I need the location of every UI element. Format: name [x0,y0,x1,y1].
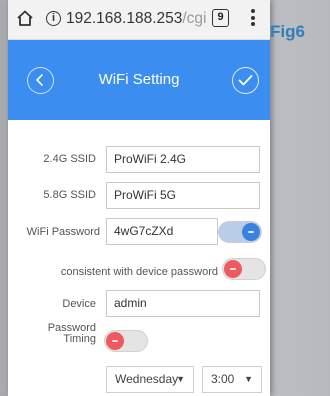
overflow-menu-icon[interactable] [250,9,256,29]
info-icon[interactable]: i [46,11,61,26]
chevron-down-icon: ▼ [176,374,185,384]
wifi-password-input[interactable]: 4wG7cZXd [106,218,218,245]
toggle-knob [242,223,260,241]
ssid-58-label: 5.8G SSID [43,189,96,201]
password-timing-toggle[interactable] [104,330,148,352]
toggle-knob [224,260,242,278]
ssid-58-input[interactable]: ProWiFi 5G [106,182,260,209]
page-title: WiFi Setting [98,71,180,88]
phone-screen: i 192.168.188.253/cgi 9 WiFi Setting 2.4… [8,0,270,396]
consistent-password-toggle[interactable] [222,258,266,280]
figure-label: Fig6 [270,22,305,41]
day-select-value: Wednesday [115,372,179,386]
confirm-button[interactable] [232,67,259,94]
tabs-count-button[interactable]: 9 [212,9,229,27]
time-select[interactable]: 3:00 ▼ [202,366,262,393]
chevron-down-icon: ▼ [244,374,253,384]
check-icon [238,75,253,86]
toggle-knob [106,332,124,350]
device-input[interactable]: admin [106,290,260,317]
password-visibility-toggle[interactable] [218,221,262,243]
browser-url-bar: i 192.168.188.253/cgi 9 [8,0,270,40]
ssid-24-input[interactable]: ProWiFi 2.4G [106,146,260,173]
day-select[interactable]: Wednesday ▼ [106,366,194,393]
password-timing-label-line2: Timing [63,333,96,345]
consistent-password-label: consistent with device password [60,266,218,278]
home-icon[interactable] [16,9,34,27]
device-label: Device [62,298,96,310]
password-timing-label: Password Timing [20,323,96,345]
url-field[interactable]: 192.168.188.253/cgi [66,10,207,28]
page-header: WiFi Setting [8,40,270,120]
wifi-password-label: WiFi Password [26,226,100,238]
url-host: 192.168.188.253 [66,10,183,27]
url-path: /cgi [182,10,207,27]
ssid-24-label: 2.4G SSID [43,153,96,165]
time-select-value: 3:00 [211,372,235,386]
